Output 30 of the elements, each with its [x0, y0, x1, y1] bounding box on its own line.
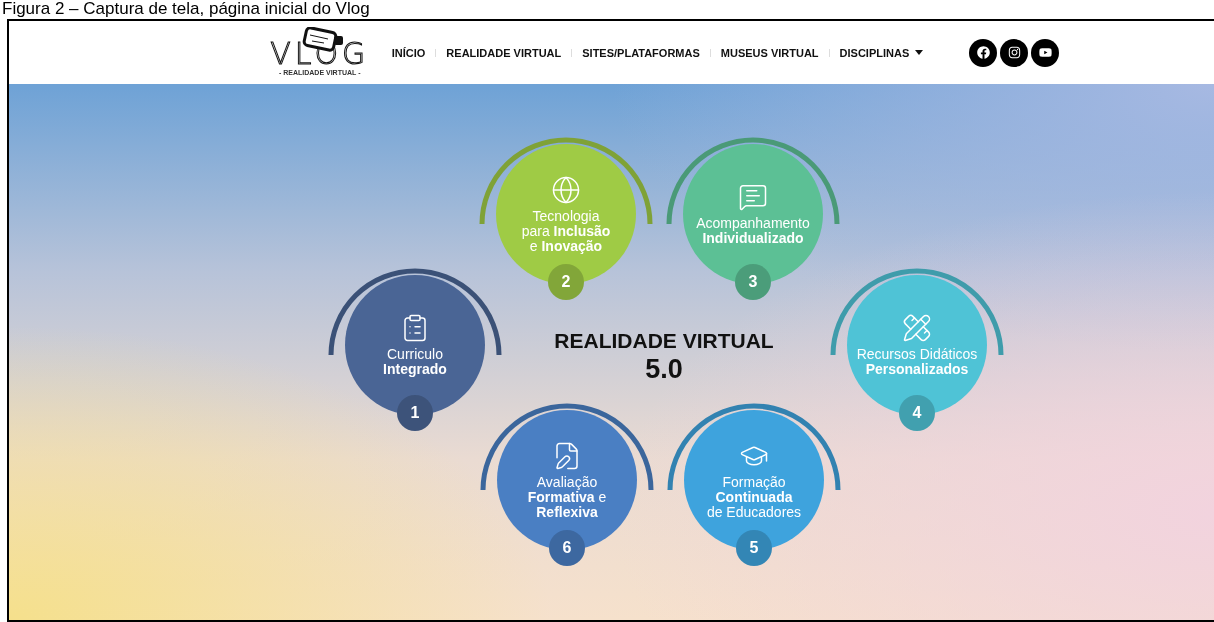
globe-icon: [551, 174, 581, 205]
step-number: 1: [397, 395, 433, 431]
chat-icon: [738, 182, 768, 212]
step-number: 3: [735, 264, 771, 300]
youtube-icon: [1038, 46, 1052, 59]
step-number: 6: [549, 530, 585, 566]
facebook-icon: [976, 46, 990, 59]
nav-link[interactable]: REALIDADE VIRTUAL: [446, 46, 562, 59]
step-label: Formação Continuada de Educadores: [706, 474, 802, 520]
figure-caption: Figura 2 – Captura de tela, página inicial do Vlog: [1, 0, 371, 18]
step-label: Curriculo Integrado: [383, 347, 447, 377]
step-label: Recursos Didáticos Personalizados: [856, 347, 978, 377]
hero-subtitle: 5.0: [645, 353, 683, 385]
step-label: Tecnologia para Inclusão e Inovação: [521, 208, 611, 254]
instagram-icon: [1007, 46, 1021, 59]
nav-link[interactable]: MUSEUS VIRTUAL: [720, 46, 819, 59]
step-number: 4: [899, 395, 935, 431]
step-number: 2: [548, 264, 584, 300]
social-link[interactable]: [1000, 38, 1029, 67]
hero-title: REALIDADE VIRTUAL: [554, 329, 774, 353]
nav-link[interactable]: DISCIPLINAS: [839, 46, 924, 59]
pencil-ruler-icon: [902, 313, 932, 343]
nav-link[interactable]: INÍCIO: [391, 46, 426, 59]
social-link[interactable]: [969, 38, 998, 67]
step-label: Acompanhamento Individualizado: [696, 216, 810, 246]
nav-link[interactable]: SITES/PLATAFORMAS: [582, 46, 700, 59]
caret-icon: [915, 50, 924, 55]
social-link[interactable]: [1031, 38, 1060, 67]
step-label: Avaliação Formativa e Reflexiva: [527, 474, 607, 520]
step-number: 5: [736, 530, 772, 566]
